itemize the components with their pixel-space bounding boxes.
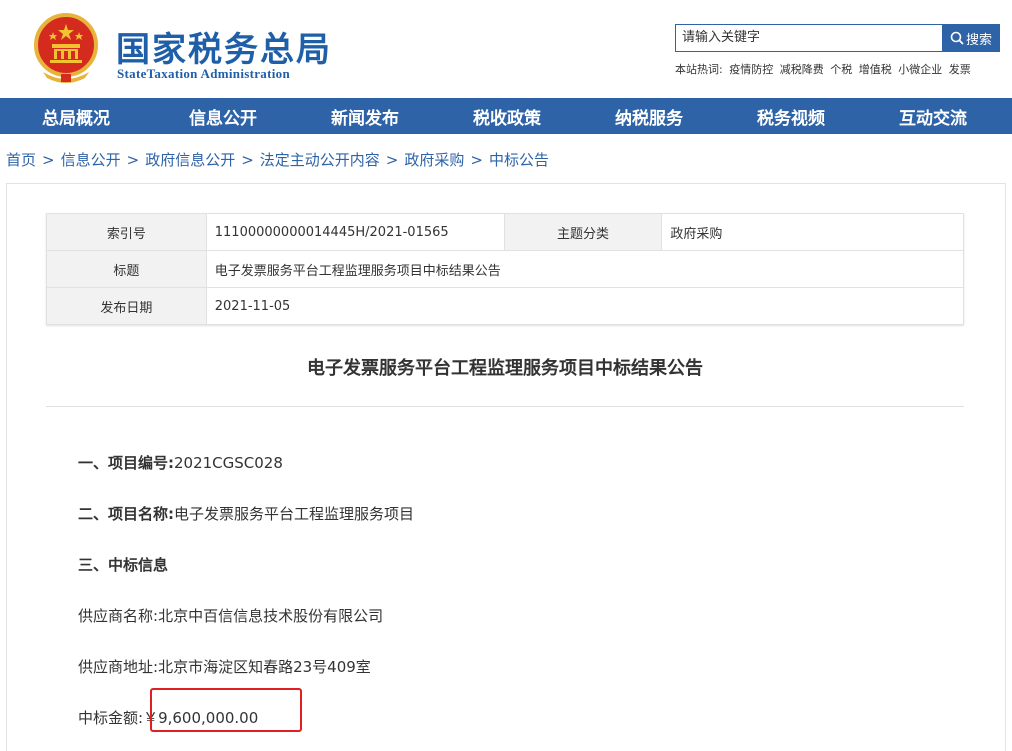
award-amount-label: 中标金额: [78, 709, 144, 727]
supplier-address-value: 北京市海淀区知春路23号409室 [158, 658, 371, 676]
breadcrumb-legal-disclosure[interactable]: 法定主动公开内容 [260, 151, 380, 169]
hotword-link[interactable]: 发票 [949, 63, 971, 76]
search-icon [950, 31, 964, 45]
article-title: 电子发票服务平台工程监理服务项目中标结果公告 [307, 358, 703, 379]
breadcrumb-gov-info[interactable]: 政府信息公开 [145, 151, 235, 169]
breadcrumb-separator: > [470, 151, 483, 169]
nav-item-tax-video[interactable]: 税务视频 [720, 98, 862, 134]
award-heading: 三、中标信息 [78, 554, 168, 575]
breadcrumb-separator: > [241, 151, 254, 169]
project-name-value: 电子发票服务平台工程监理服务项目 [174, 505, 415, 523]
nav-item-info-disclosure[interactable]: 信息公开 [152, 98, 294, 134]
topic-label: 主题分类 [503, 213, 663, 251]
breadcrumb-separator: > [126, 151, 140, 169]
breadcrumb-separator: > [385, 151, 399, 169]
amount-highlight-box [150, 688, 302, 732]
project-number-value: 2021CGSC028 [174, 454, 283, 472]
site-header: 国家税务总局 StateTaxation Administration 请输入关… [0, 0, 1012, 98]
breadcrumb: 首页 > 信息公开 > 政府信息公开 > 法定主动公开内容 > 政府采购 > 中标公告 [6, 149, 549, 170]
supplier-name: 供应商名称:北京中百信信息技术股份有限公司 [78, 605, 383, 626]
hotwords-label: 本站热词: [675, 63, 723, 76]
search-button[interactable]: 搜索 [942, 24, 1000, 52]
breadcrumb-award-notice[interactable]: 中标公告 [489, 151, 549, 169]
hotword-link[interactable]: 增值税 [859, 63, 892, 76]
project-name-label: 二、项目名称: [78, 505, 174, 523]
nav-item-tax-policy[interactable]: 税收政策 [436, 98, 578, 134]
hotword-link[interactable]: 小微企业 [898, 63, 942, 76]
national-emblem-icon[interactable] [33, 12, 99, 84]
hotword-link[interactable]: 个税 [830, 63, 852, 76]
topic-value: 政府采购 [661, 213, 964, 251]
award-heading-text: 三、中标信息 [78, 556, 169, 574]
project-name: 二、项目名称:电子发票服务平台工程监理服务项目 [78, 503, 414, 524]
table-row: 发布日期 2021-11-05 [46, 287, 965, 325]
project-number-label: 一、项目编号: [78, 454, 174, 472]
supplier-name-label: 供应商名称: [78, 607, 159, 625]
nav-item-overview[interactable]: 总局概况 [0, 98, 152, 134]
index-label: 索引号 [46, 213, 207, 251]
table-row: 索引号 11100000000014445H/2021-01565 主题分类 政… [46, 213, 964, 251]
nav-item-taxpayer-service[interactable]: 纳税服务 [578, 98, 720, 134]
date-value: 2021-11-05 [205, 287, 965, 325]
breadcrumb-info-disclosure[interactable]: 信息公开 [61, 151, 121, 169]
index-value: 11100000000014445H/2021-01565 [205, 213, 505, 251]
breadcrumb-separator: > [42, 151, 55, 169]
table-row: 标题 电子发票服务平台工程监理服务项目中标结果公告 [46, 250, 965, 288]
breadcrumb-home[interactable]: 首页 [6, 151, 36, 169]
hotword-link[interactable]: 减税降费 [780, 63, 824, 76]
site-name-cn[interactable]: 国家税务总局 [116, 22, 332, 71]
main-nav: 总局概况 信息公开 新闻发布 税收政策 纳税服务 税务视频 互动交流 [0, 98, 1012, 134]
nav-item-interaction[interactable]: 互动交流 [862, 98, 1004, 134]
hotwords-bar: 本站热词: 疫情防控 减税降费 个税 增值税 小微企业 发票 [675, 61, 971, 77]
divider [46, 406, 964, 407]
project-number: 一、项目编号:2021CGSC028 [78, 452, 283, 473]
supplier-address-label: 供应商地址: [78, 658, 159, 676]
title-value: 电子发票服务平台工程监理服务项目中标结果公告 [205, 250, 965, 288]
hotword-link[interactable]: 疫情防控 [729, 63, 773, 76]
breadcrumb-procurement[interactable]: 政府采购 [404, 151, 464, 169]
site-name-en[interactable]: StateTaxation Administration [117, 66, 290, 82]
search-button-label: 搜索 [965, 32, 992, 48]
nav-item-news[interactable]: 新闻发布 [294, 98, 436, 134]
supplier-name-value: 北京中百信信息技术股份有限公司 [158, 607, 384, 625]
search-input[interactable]: 请输入关键字 [675, 24, 943, 52]
meta-table: 索引号 11100000000014445H/2021-01565 主题分类 政… [46, 213, 965, 325]
title-label: 标题 [46, 250, 207, 288]
date-label: 发布日期 [46, 287, 207, 325]
supplier-address: 供应商地址:北京市海淀区知春路23号409室 [78, 656, 371, 677]
